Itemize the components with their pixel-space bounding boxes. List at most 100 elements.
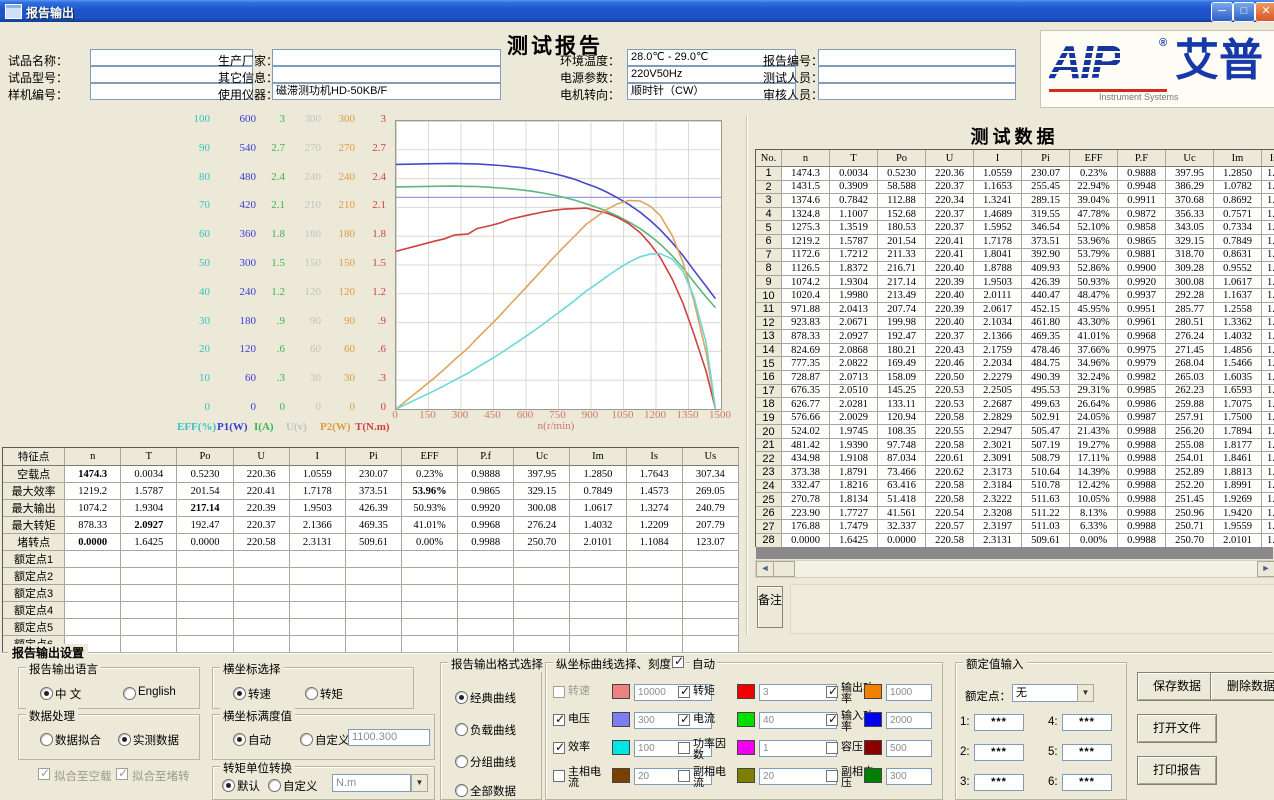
table-row[interactable]: 12923.832.0671199.98220.402.1034461.8043… xyxy=(756,317,1274,331)
table-row[interactable]: 61219.21.5787201.54220.411.7178373.5153.… xyxy=(756,235,1274,249)
table-row[interactable]: 11971.882.0413207.74220.392.0617452.1545… xyxy=(756,303,1274,317)
radio-format-1[interactable] xyxy=(455,723,468,736)
form-field[interactable] xyxy=(818,66,1016,83)
form-field[interactable] xyxy=(818,49,1016,66)
curve-checkbox-9[interactable] xyxy=(553,770,565,782)
fit-checkbox-1[interactable] xyxy=(116,768,128,780)
radio-xaxis-0[interactable] xyxy=(233,687,246,700)
table-row[interactable]: 25270.781.813451.418220.582.3222511.6310… xyxy=(756,493,1274,507)
scroll-right-arrow-icon[interactable]: ► xyxy=(1257,561,1274,577)
data-cell: 0.9988 xyxy=(1118,466,1166,480)
radio-language-0[interactable] xyxy=(40,687,53,700)
titlebar[interactable]: 报告输出 ─ □ ✕ xyxy=(0,0,1274,22)
table-row[interactable]: 15777.352.0822169.49220.462.2034484.7534… xyxy=(756,357,1274,371)
curve-checkbox-3[interactable] xyxy=(553,714,565,726)
table-hscrollbar[interactable]: ◄ ► xyxy=(755,560,1274,578)
curve-scale-input-8[interactable]: 500 xyxy=(886,740,932,757)
table-row[interactable]: 26223.901.772741.561220.542.3208511.228.… xyxy=(756,507,1274,521)
rated-input-2[interactable]: *** xyxy=(974,774,1024,791)
table-row[interactable]: 18626.772.0281133.11220.532.2687499.6326… xyxy=(756,398,1274,412)
table-row[interactable]: 31374.60.7842112.88220.341.3241289.1539.… xyxy=(756,194,1274,208)
table-row[interactable]: 27176.881.747932.337220.572.3197511.036.… xyxy=(756,520,1274,534)
radio-torque_unit-0[interactable] xyxy=(222,779,235,792)
curve-scale-input-5[interactable]: 2000 xyxy=(886,712,932,729)
table-row[interactable]: 14824.692.0868180.21220.432.1759478.4637… xyxy=(756,344,1274,358)
curve-checkbox-6[interactable] xyxy=(553,742,565,754)
torque-unit-select[interactable]: N.m xyxy=(332,774,411,792)
rated-input-0[interactable]: *** xyxy=(974,714,1024,731)
form-field[interactable] xyxy=(818,83,1016,100)
table-row[interactable]: 19576.662.0029120.94220.582.2829502.9124… xyxy=(756,412,1274,426)
curve-checkbox-8[interactable] xyxy=(826,742,838,754)
table-row[interactable]: 20524.021.9745108.35220.552.2947505.4721… xyxy=(756,425,1274,439)
radio-language-1[interactable] xyxy=(123,687,136,700)
form-field[interactable] xyxy=(272,49,501,66)
rated-point-select[interactable]: 无 xyxy=(1012,684,1078,702)
rated-input-3[interactable]: *** xyxy=(1062,714,1112,731)
table-row[interactable]: 16728.872.0713158.09220.502.2279490.3932… xyxy=(756,371,1274,385)
rated-input-5[interactable]: *** xyxy=(1062,774,1112,791)
scroll-thumb[interactable] xyxy=(773,561,795,577)
curve-checkbox-11[interactable] xyxy=(826,770,838,782)
radio-torque_unit-1[interactable] xyxy=(268,779,281,792)
curve-checkbox-1[interactable] xyxy=(678,686,690,698)
radio-xscale-1[interactable] xyxy=(300,733,313,746)
rated-point-dropdown-icon[interactable]: ▼ xyxy=(1077,684,1094,702)
form-field[interactable] xyxy=(272,66,501,83)
radio-format-0[interactable] xyxy=(455,691,468,704)
fit-checkbox-0[interactable] xyxy=(38,768,50,780)
radio-format-3[interactable] xyxy=(455,784,468,797)
radio-xaxis-1[interactable] xyxy=(305,687,318,700)
curve-scale-input-11[interactable]: 300 xyxy=(886,768,932,785)
table-row[interactable]: 41324.81.1007152.68220.371.4689319.5547.… xyxy=(756,208,1274,222)
table-row[interactable]: 17676.352.0510145.25220.532.2505495.5329… xyxy=(756,385,1274,399)
table-row[interactable]: 71172.61.7212211.33220.411.8041392.9053.… xyxy=(756,249,1274,263)
table-row[interactable]: 21481.421.939097.748220.582.3021507.1919… xyxy=(756,439,1274,453)
table-row[interactable]: 101020.41.9980213.49220.402.0111440.4748… xyxy=(756,289,1274,303)
curve-scale-input-2[interactable]: 1000 xyxy=(886,684,932,701)
form-field[interactable]: 磁滞测功机HD-50KB/F xyxy=(272,83,501,100)
curve-checkbox-0[interactable] xyxy=(553,686,565,698)
radio-format-2[interactable] xyxy=(455,755,468,768)
torque-unit-dropdown-icon[interactable]: ▼ xyxy=(411,774,428,792)
table-row[interactable]: 81126.51.8372216.71220.401.8788409.9352.… xyxy=(756,262,1274,276)
curve-checkbox-5[interactable] xyxy=(826,714,838,726)
rated-input-1[interactable]: *** xyxy=(974,744,1024,761)
rated-input-4[interactable]: *** xyxy=(1062,744,1112,761)
xscale-custom-input[interactable]: 1100.300 xyxy=(348,729,430,746)
maximize-button[interactable]: □ xyxy=(1233,2,1255,22)
radio-xscale-0[interactable] xyxy=(233,733,246,746)
data-cell: 53.96% xyxy=(1070,235,1118,249)
table-row[interactable]: 280.00001.64250.0000220.582.3131509.610.… xyxy=(756,534,1274,547)
radio-label-processing-1: 实测数据 xyxy=(133,732,179,748)
table-row[interactable]: 23373.381.879173.466220.622.3173510.6414… xyxy=(756,466,1274,480)
table-row[interactable]: 24332.471.821663.416220.582.3184510.7812… xyxy=(756,480,1274,494)
save-data-button[interactable]: 保存数据 xyxy=(1137,672,1217,701)
table-row[interactable]: 22434.981.910887.034220.612.3091508.7917… xyxy=(756,452,1274,466)
scroll-left-arrow-icon[interactable]: ◄ xyxy=(756,561,774,577)
table-row[interactable]: 91074.21.9304217.14220.391.9503426.3950.… xyxy=(756,276,1274,290)
ycurve-auto-checkbox[interactable] xyxy=(672,656,684,668)
table-row[interactable]: 21431.50.390958.588220.371.1653255.4522.… xyxy=(756,181,1274,195)
rated-row-label: 额定点5 xyxy=(3,619,65,636)
rated-empty-cell xyxy=(683,619,739,636)
curve-checkbox-7[interactable] xyxy=(678,742,690,754)
table-row[interactable]: 51275.31.3519180.53220.371.5952346.5452.… xyxy=(756,221,1274,235)
curve-checkbox-2[interactable] xyxy=(826,686,838,698)
data-cell: 20 xyxy=(756,425,782,439)
radio-processing-0[interactable] xyxy=(40,733,53,746)
remark-panel[interactable] xyxy=(790,584,1274,634)
data-cell: 251.45 xyxy=(1166,493,1214,507)
open-file-button[interactable]: 打开文件 xyxy=(1137,714,1217,743)
data-cell: 220.37 xyxy=(926,221,974,235)
minimize-button[interactable]: ─ xyxy=(1211,2,1233,22)
table-row[interactable]: 11474.30.00340.5230220.361.0559230.070.2… xyxy=(756,167,1274,181)
table-row[interactable]: 13878.332.0927192.47220.372.1366469.3541… xyxy=(756,330,1274,344)
print-report-button[interactable]: 打印报告 xyxy=(1137,756,1217,785)
close-button[interactable]: ✕ xyxy=(1255,2,1274,22)
curve-checkbox-10[interactable] xyxy=(678,770,690,782)
delete-data-button[interactable]: 删除数据 xyxy=(1210,672,1274,701)
remark-button[interactable]: 备注 xyxy=(757,586,783,628)
radio-processing-1[interactable] xyxy=(118,733,131,746)
curve-checkbox-4[interactable] xyxy=(678,714,690,726)
